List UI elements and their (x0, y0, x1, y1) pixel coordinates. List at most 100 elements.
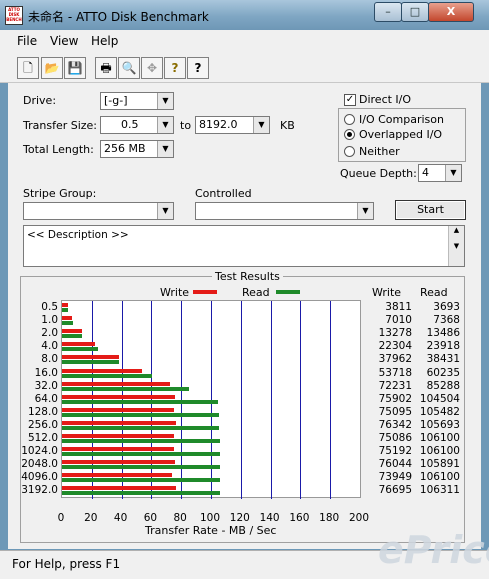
legend-read-label: Read (242, 286, 270, 299)
read-bar (62, 399, 218, 404)
x-tick-label: 180 (319, 512, 340, 524)
neither-radio[interactable] (344, 146, 355, 157)
x-tick-label: 40 (113, 512, 128, 524)
help-icon[interactable]: ? (164, 57, 186, 79)
test-results-title: Test Results (212, 270, 283, 283)
watermark-logo: ePrice (378, 528, 489, 572)
results-numbers: 3811 3693 7010 7368 13278 13486 22304 23918 3796… (362, 301, 462, 501)
chevron-down-icon[interactable]: ▼ (157, 203, 173, 219)
transfer-size-label: Transfer Size: (23, 119, 98, 132)
print-icon[interactable]: 🖶 (95, 57, 117, 79)
read-value: 106311 (419, 484, 460, 497)
read-bar (62, 334, 83, 339)
chevron-down-icon[interactable]: ▼ (357, 203, 373, 219)
read-value: 105891 (419, 458, 460, 471)
io-comparison-radio[interactable] (344, 114, 355, 125)
overlapped-io-radio[interactable] (344, 129, 355, 140)
write-value: 76695 (378, 484, 412, 497)
maximize-button[interactable]: □ (401, 2, 429, 22)
total-length-select[interactable]: 256 MB ▼ (100, 140, 174, 158)
close-button[interactable]: X (428, 2, 474, 22)
transfer-from-value: 0.5 (121, 118, 139, 131)
save-icon[interactable]: 💾 (64, 57, 86, 79)
chevron-down-icon[interactable]: ▼ (157, 93, 173, 109)
write-bar (62, 355, 119, 360)
write-bar (62, 368, 143, 373)
new-file-icon[interactable]: 🗋 (17, 57, 39, 79)
chevron-down-icon[interactable]: ▼ (445, 165, 461, 181)
gridline (300, 301, 302, 499)
menu-help[interactable]: Help (91, 34, 118, 48)
chart-category-axis: 0.5 1.0 2.0 4.0 8.0 16.0 32.0 64.0 128.0 256.0 512… (20, 301, 60, 501)
app-icon: ATTO DISK BENCH (5, 6, 23, 25)
open-folder-icon[interactable]: 📂 (41, 57, 63, 79)
transfer-size-from-select[interactable]: 0.5 ▼ (100, 116, 174, 134)
category-label: 4.0 (41, 340, 58, 353)
total-length-value: 256 MB (104, 142, 146, 155)
write-bar (62, 342, 96, 347)
menu-file[interactable]: File (17, 34, 37, 48)
queue-depth-select[interactable]: 4 ▼ (418, 164, 462, 182)
write-value: 53718 (378, 366, 412, 379)
read-bar (62, 386, 190, 391)
gridline (330, 301, 332, 499)
chevron-down-icon[interactable]: ▼ (157, 141, 173, 157)
minimize-button[interactable]: – (374, 2, 402, 22)
write-value: 7010 (385, 314, 412, 327)
write-bar (62, 316, 73, 321)
x-tick-label: 120 (229, 512, 250, 524)
write-bar (62, 303, 68, 307)
write-value: 73949 (378, 471, 412, 484)
category-label: 1.0 (41, 314, 58, 327)
transfer-to-value: 8192.0 (199, 118, 238, 131)
write-value: 75902 (378, 392, 412, 405)
overlapped-io-label: Overlapped I/O (359, 128, 443, 141)
chevron-down-icon[interactable]: ▼ (157, 117, 173, 133)
chart-x-axis-label: Transfer Rate - MB / Sec (145, 524, 277, 537)
column-write-header: Write (372, 286, 402, 299)
description-box[interactable]: << Description >> ▲ ▼ (23, 225, 465, 267)
read-bar (62, 491, 221, 496)
context-help-icon[interactable]: ? (187, 57, 209, 79)
write-bar (62, 381, 170, 386)
category-label: 1024.0 (21, 445, 58, 458)
read-value: 60235 (426, 366, 460, 379)
read-value: 85288 (426, 379, 460, 392)
neither-label: Neither (359, 145, 400, 158)
read-bar (62, 347, 98, 352)
controlled-select[interactable]: ▼ (195, 202, 374, 220)
category-label: 64.0 (34, 392, 58, 405)
write-value: 75095 (378, 405, 412, 418)
description-scrollbar[interactable]: ▲ ▼ (448, 226, 464, 266)
chevron-down-icon[interactable]: ▼ (253, 117, 269, 133)
column-read-header: Read (420, 286, 448, 299)
write-bar (62, 473, 173, 478)
print-preview-icon[interactable]: 🔍 (118, 57, 140, 79)
read-bar (62, 425, 220, 430)
direct-io-checkbox[interactable]: ✓ (344, 94, 356, 106)
transfer-size-to-select[interactable]: 8192.0 ▼ (195, 116, 270, 134)
transfer-unit: KB (280, 119, 295, 132)
read-value: 7368 (433, 314, 460, 327)
write-bar (62, 447, 175, 452)
category-label: 2.0 (41, 327, 58, 340)
category-label: 256.0 (27, 418, 58, 431)
write-value: 22304 (378, 340, 412, 353)
legend-write-label: Write (160, 286, 190, 299)
drive-select[interactable]: [-g-] ▼ (100, 92, 174, 110)
queue-depth-value: 4 (422, 166, 429, 179)
legend-read-swatch (276, 290, 300, 294)
legend-write-swatch (193, 290, 217, 294)
move-icon[interactable]: ✥ (141, 57, 163, 79)
read-bar (62, 412, 220, 417)
controlled-label: Controlled (195, 187, 252, 200)
write-bar (62, 460, 176, 465)
write-bar (62, 394, 176, 399)
menu-view[interactable]: View (50, 34, 78, 48)
gridline (270, 301, 272, 499)
write-value: 75086 (378, 432, 412, 444)
read-value: 105482 (419, 405, 460, 418)
stripe-group-select[interactable]: ▼ (23, 202, 174, 220)
read-value: 38431 (426, 353, 460, 366)
start-button[interactable]: Start (395, 200, 466, 220)
